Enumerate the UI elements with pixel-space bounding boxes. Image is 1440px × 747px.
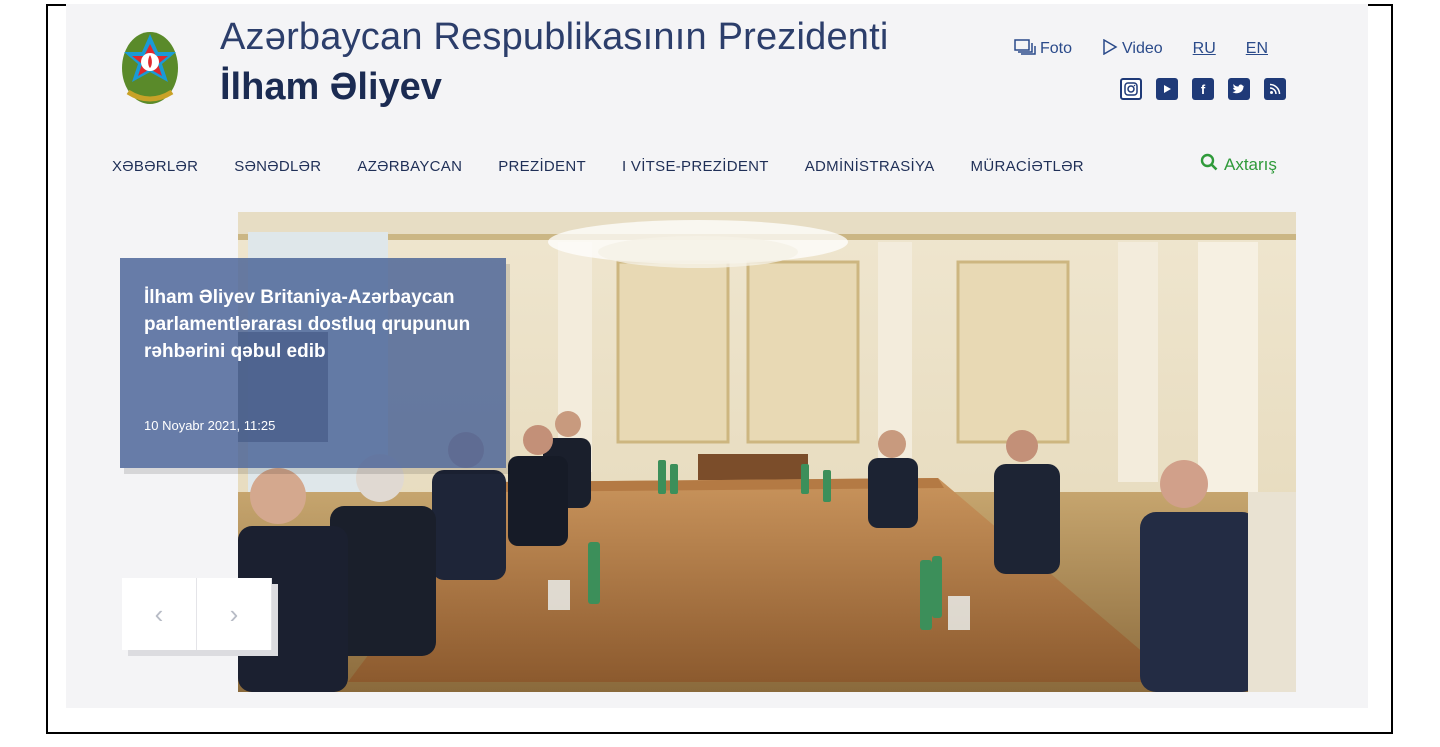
play-icon <box>1102 38 1118 60</box>
nav-item-first-vice-president[interactable]: I VİTSE-PREZİDENT <box>618 158 773 175</box>
slider-controls: ‹ › <box>122 578 272 650</box>
hero-caption[interactable]: İlham Əliyev Britaniya-Azərbaycan parlam… <box>120 258 506 468</box>
nav-item-documents[interactable]: SƏNƏDLƏR <box>230 158 325 175</box>
youtube-icon[interactable] <box>1156 78 1178 100</box>
rss-icon[interactable] <box>1264 78 1286 100</box>
search-label: Axtarış <box>1224 154 1277 174</box>
main-nav: XƏBƏRLƏR SƏNƏDLƏR AZƏRBAYCAN PREZİDENT I… <box>108 150 1088 182</box>
video-label: Video <box>1122 40 1163 57</box>
lang-ru-link[interactable]: RU <box>1189 38 1220 60</box>
nav-item-azerbaijan[interactable]: AZƏRBAYCAN <box>353 158 466 175</box>
state-emblem-icon[interactable] <box>118 22 182 108</box>
slider-prev-button[interactable]: ‹ <box>122 578 197 650</box>
site-title[interactable]: Azərbaycan Respublikasının Prezidenti <box>220 16 889 59</box>
nav-item-news[interactable]: XƏBƏRLƏR <box>108 158 202 175</box>
top-links: Foto Video RU EN <box>1010 34 1272 64</box>
hero-headline[interactable]: İlham Əliyev Britaniya-Azərbaycan parlam… <box>144 284 484 365</box>
foto-label: Foto <box>1040 40 1073 57</box>
photo-stack-icon <box>1014 38 1036 61</box>
video-link[interactable]: Video <box>1098 37 1167 62</box>
twitter-icon[interactable] <box>1228 78 1250 100</box>
lang-en-link[interactable]: EN <box>1242 38 1272 60</box>
facebook-icon[interactable]: f <box>1192 78 1214 100</box>
slider-next-button[interactable]: › <box>197 578 272 650</box>
social-links: f <box>1120 78 1286 100</box>
instagram-icon[interactable] <box>1120 78 1142 100</box>
president-name[interactable]: İlham Əliyev <box>220 66 442 109</box>
hero-date: 10 Noyabr 2021, 11:25 <box>144 418 276 433</box>
search-button[interactable]: Axtarış <box>1200 153 1277 176</box>
nav-item-appeals[interactable]: MÜRACİƏTLƏR <box>967 158 1088 175</box>
nav-item-president[interactable]: PREZİDENT <box>494 158 590 175</box>
search-icon <box>1200 153 1218 176</box>
foto-link[interactable]: Foto <box>1010 36 1076 63</box>
nav-item-administration[interactable]: ADMİNİSTRASİYA <box>801 158 939 175</box>
